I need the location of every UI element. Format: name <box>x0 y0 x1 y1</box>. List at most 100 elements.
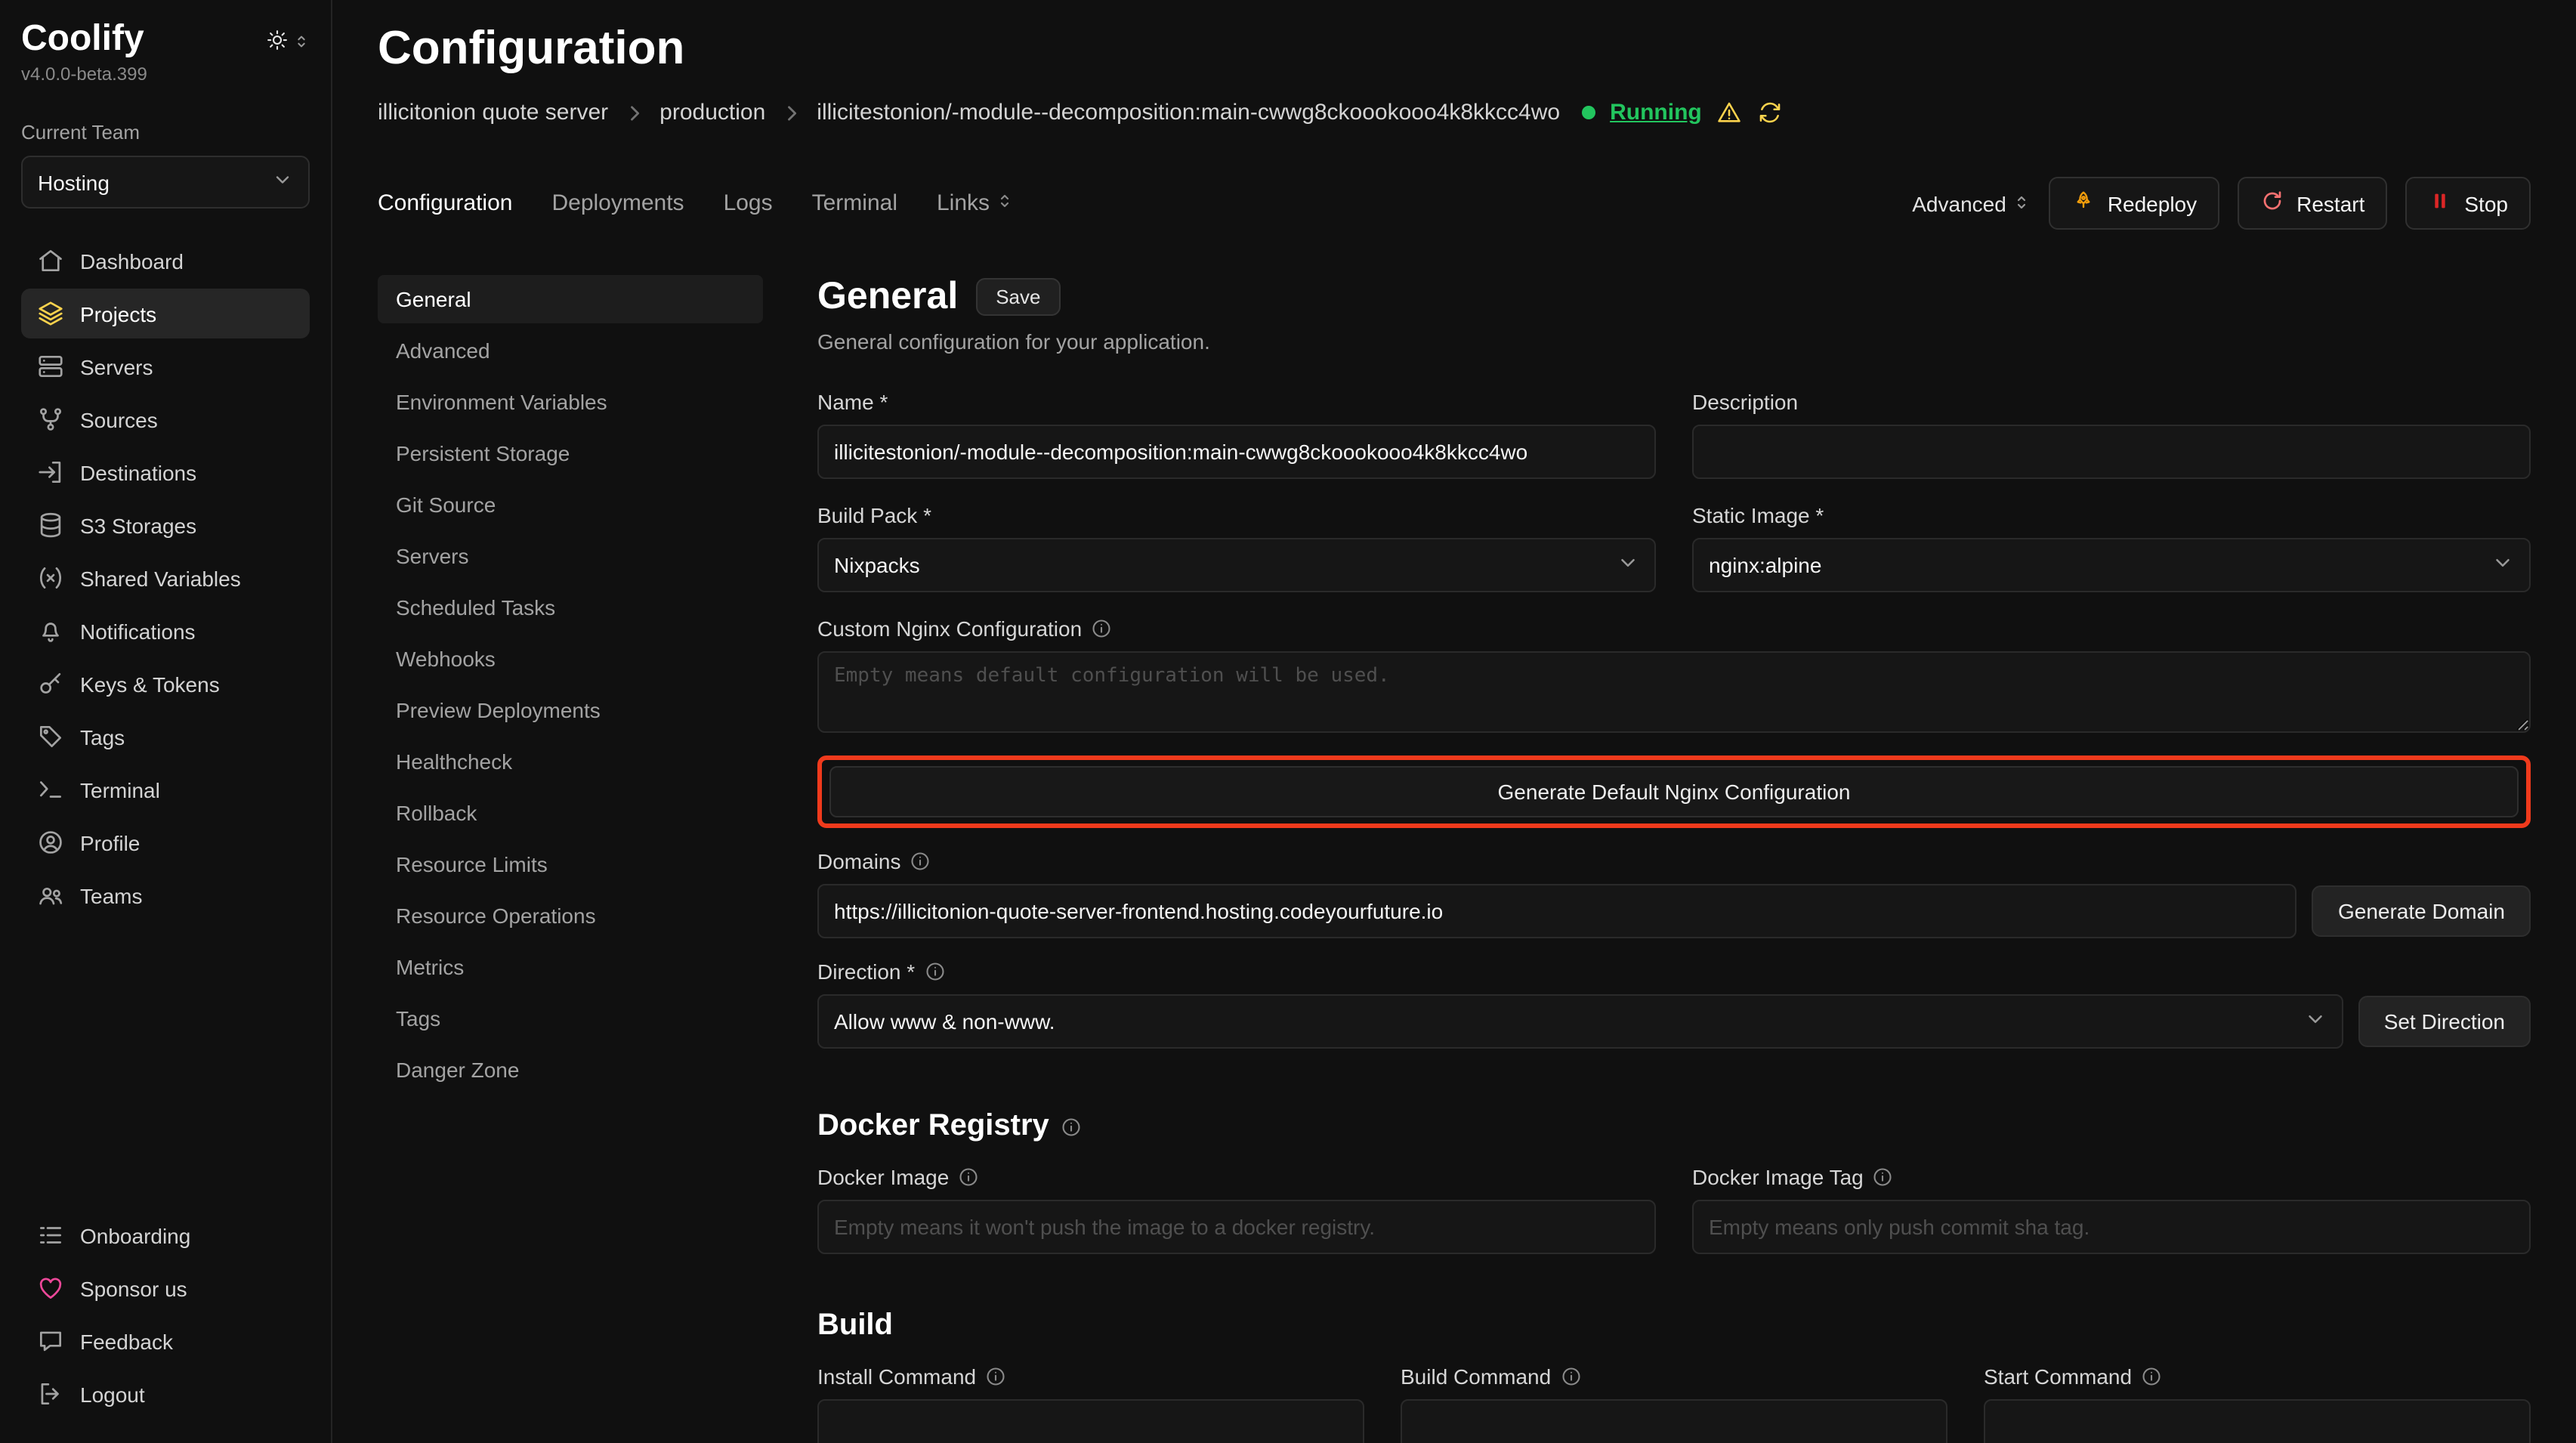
name-input[interactable] <box>817 425 1656 479</box>
description-input[interactable] <box>1692 425 2531 479</box>
generate-nginx-config-button[interactable]: Generate Default Nginx Configuration <box>829 766 2519 817</box>
sidebar-item-destinations[interactable]: Destinations <box>21 447 310 497</box>
domains-input[interactable] <box>817 884 2297 938</box>
info-icon[interactable] <box>1560 1366 1581 1387</box>
info-icon[interactable] <box>1061 1116 1083 1137</box>
set-direction-button[interactable]: Set Direction <box>2358 996 2531 1047</box>
sidebar-item-onboarding[interactable]: Onboarding <box>21 1210 310 1260</box>
team-select[interactable]: Hosting <box>21 156 310 209</box>
static-image-select[interactable]: nginx:alpine <box>1692 538 2531 592</box>
sidebar-item-teams[interactable]: Teams <box>21 870 310 920</box>
info-icon[interactable] <box>958 1166 979 1188</box>
advanced-menu[interactable]: Advanced <box>1912 191 2031 215</box>
breadcrumb-application[interactable]: illicitestonion/-module--decomposition:m… <box>817 100 1560 125</box>
subnav-item-preview-deployments[interactable]: Preview Deployments <box>378 686 763 734</box>
direction-select[interactable]: Allow www & non-www. <box>817 994 2343 1049</box>
main-content: Configuration illicitonion quote server … <box>332 0 2576 1443</box>
docker-image-input[interactable] <box>817 1200 1656 1254</box>
build-pack-select[interactable]: Nixpacks <box>817 538 1656 592</box>
subnav-item-servers[interactable]: Servers <box>378 532 763 580</box>
chat-icon <box>36 1327 65 1355</box>
info-icon[interactable] <box>2141 1366 2162 1387</box>
info-icon[interactable] <box>924 961 945 982</box>
sidebar-item-dashboard[interactable]: Dashboard <box>21 236 310 286</box>
sidebar-header: Coolify <box>21 18 310 60</box>
destination-icon <box>36 458 65 487</box>
sidebar-item-terminal[interactable]: Terminal <box>21 765 310 814</box>
tab-configuration[interactable]: Configuration <box>378 190 512 216</box>
name-field: Name * <box>817 390 1656 479</box>
subnav-item-resource-limits[interactable]: Resource Limits <box>378 840 763 888</box>
sidebar-item-notifications[interactable]: Notifications <box>21 606 310 656</box>
app-version: v4.0.0-beta.399 <box>21 63 310 85</box>
build-command-input[interactable] <box>1401 1399 1947 1443</box>
tab-deployments[interactable]: Deployments <box>551 190 684 216</box>
key-icon <box>36 669 65 698</box>
tab-logs[interactable]: Logs <box>724 190 773 216</box>
sidebar-item-projects[interactable]: Projects <box>21 289 310 338</box>
subnav-item-persistent-storage[interactable]: Persistent Storage <box>378 429 763 477</box>
docker-registry-title: Docker Registry <box>817 1109 1049 1144</box>
sidebar-item-shared-variables[interactable]: Shared Variables <box>21 553 310 603</box>
sidebar-item-profile[interactable]: Profile <box>21 817 310 867</box>
info-icon[interactable] <box>1091 618 1112 639</box>
subnav-item-scheduled-tasks[interactable]: Scheduled Tasks <box>378 583 763 632</box>
status-badge[interactable]: Running <box>1610 100 1702 125</box>
sidebar-item-s3-storages[interactable]: S3 Storages <box>21 500 310 550</box>
generate-domain-button[interactable]: Generate Domain <box>2312 885 2531 937</box>
save-button[interactable]: Save <box>976 278 1060 316</box>
info-icon[interactable] <box>1873 1166 1894 1188</box>
subnav-item-danger-zone[interactable]: Danger Zone <box>378 1046 763 1094</box>
install-command-label: Install Command <box>817 1364 976 1389</box>
sidebar-item-logout[interactable]: Logout <box>21 1369 310 1419</box>
sidebar-item-feedback[interactable]: Feedback <box>21 1316 310 1366</box>
description-field: Description <box>1692 390 2531 479</box>
start-command-input[interactable] <box>1984 1399 2531 1443</box>
subnav-item-advanced[interactable]: Advanced <box>378 326 763 375</box>
subnav-item-webhooks[interactable]: Webhooks <box>378 635 763 683</box>
sidebar-item-sponsor[interactable]: Sponsor us <box>21 1263 310 1313</box>
breadcrumb-environment[interactable]: production <box>659 100 765 125</box>
sort-icon <box>293 30 310 57</box>
variable-icon <box>36 564 65 592</box>
tab-links[interactable]: Links <box>937 190 1014 216</box>
subnav-item-metrics[interactable]: Metrics <box>378 943 763 991</box>
subnav-item-environment-variables[interactable]: Environment Variables <box>378 378 763 426</box>
subnav-item-tags[interactable]: Tags <box>378 994 763 1043</box>
breadcrumb-project[interactable]: illicitonion quote server <box>378 100 608 125</box>
subnav-item-rollback[interactable]: Rollback <box>378 789 763 837</box>
sidebar-item-sources[interactable]: Sources <box>21 394 310 444</box>
build-title: Build <box>817 1309 893 1343</box>
sidebar-nav: Dashboard Projects Servers Sources Desti… <box>21 236 310 920</box>
restart-button[interactable]: Restart <box>2238 177 2387 230</box>
page-title: Configuration <box>378 21 2531 76</box>
subnav-item-general[interactable]: General <box>378 275 763 323</box>
domains-label: Domains <box>817 849 901 873</box>
redeploy-label: Redeploy <box>2108 191 2197 215</box>
sidebar-item-keys-tokens[interactable]: Keys & Tokens <box>21 659 310 709</box>
sidebar-item-label: Keys & Tokens <box>80 672 220 696</box>
subnav-item-healthcheck[interactable]: Healthcheck <box>378 737 763 786</box>
subnav-item-resource-operations[interactable]: Resource Operations <box>378 891 763 940</box>
static-image-label: Static Image * <box>1692 503 1824 527</box>
app-logo[interactable]: Coolify <box>21 18 144 60</box>
info-icon[interactable] <box>985 1366 1006 1387</box>
refresh-icon[interactable] <box>1758 100 1784 125</box>
docker-image-tag-input[interactable] <box>1692 1200 2531 1254</box>
docker-registry-heading: Docker Registry <box>817 1109 2531 1144</box>
sidebar-item-label: Teams <box>80 883 142 907</box>
nginx-config-textarea[interactable] <box>817 651 2531 733</box>
subnav-item-git-source[interactable]: Git Source <box>378 480 763 529</box>
sidebar-item-servers[interactable]: Servers <box>21 341 310 391</box>
sidebar-item-tags[interactable]: Tags <box>21 712 310 762</box>
stop-button[interactable]: Stop <box>2405 177 2531 230</box>
redeploy-button[interactable]: Redeploy <box>2049 177 2219 230</box>
docker-image-tag-label: Docker Image Tag <box>1692 1165 1864 1189</box>
theme-toggle[interactable] <box>266 29 310 59</box>
checklist-icon <box>36 1221 65 1250</box>
tab-terminal[interactable]: Terminal <box>812 190 897 216</box>
tab-label: Links <box>937 190 990 216</box>
stop-icon <box>2428 189 2452 218</box>
install-command-input[interactable] <box>817 1399 1364 1443</box>
info-icon[interactable] <box>910 851 931 872</box>
